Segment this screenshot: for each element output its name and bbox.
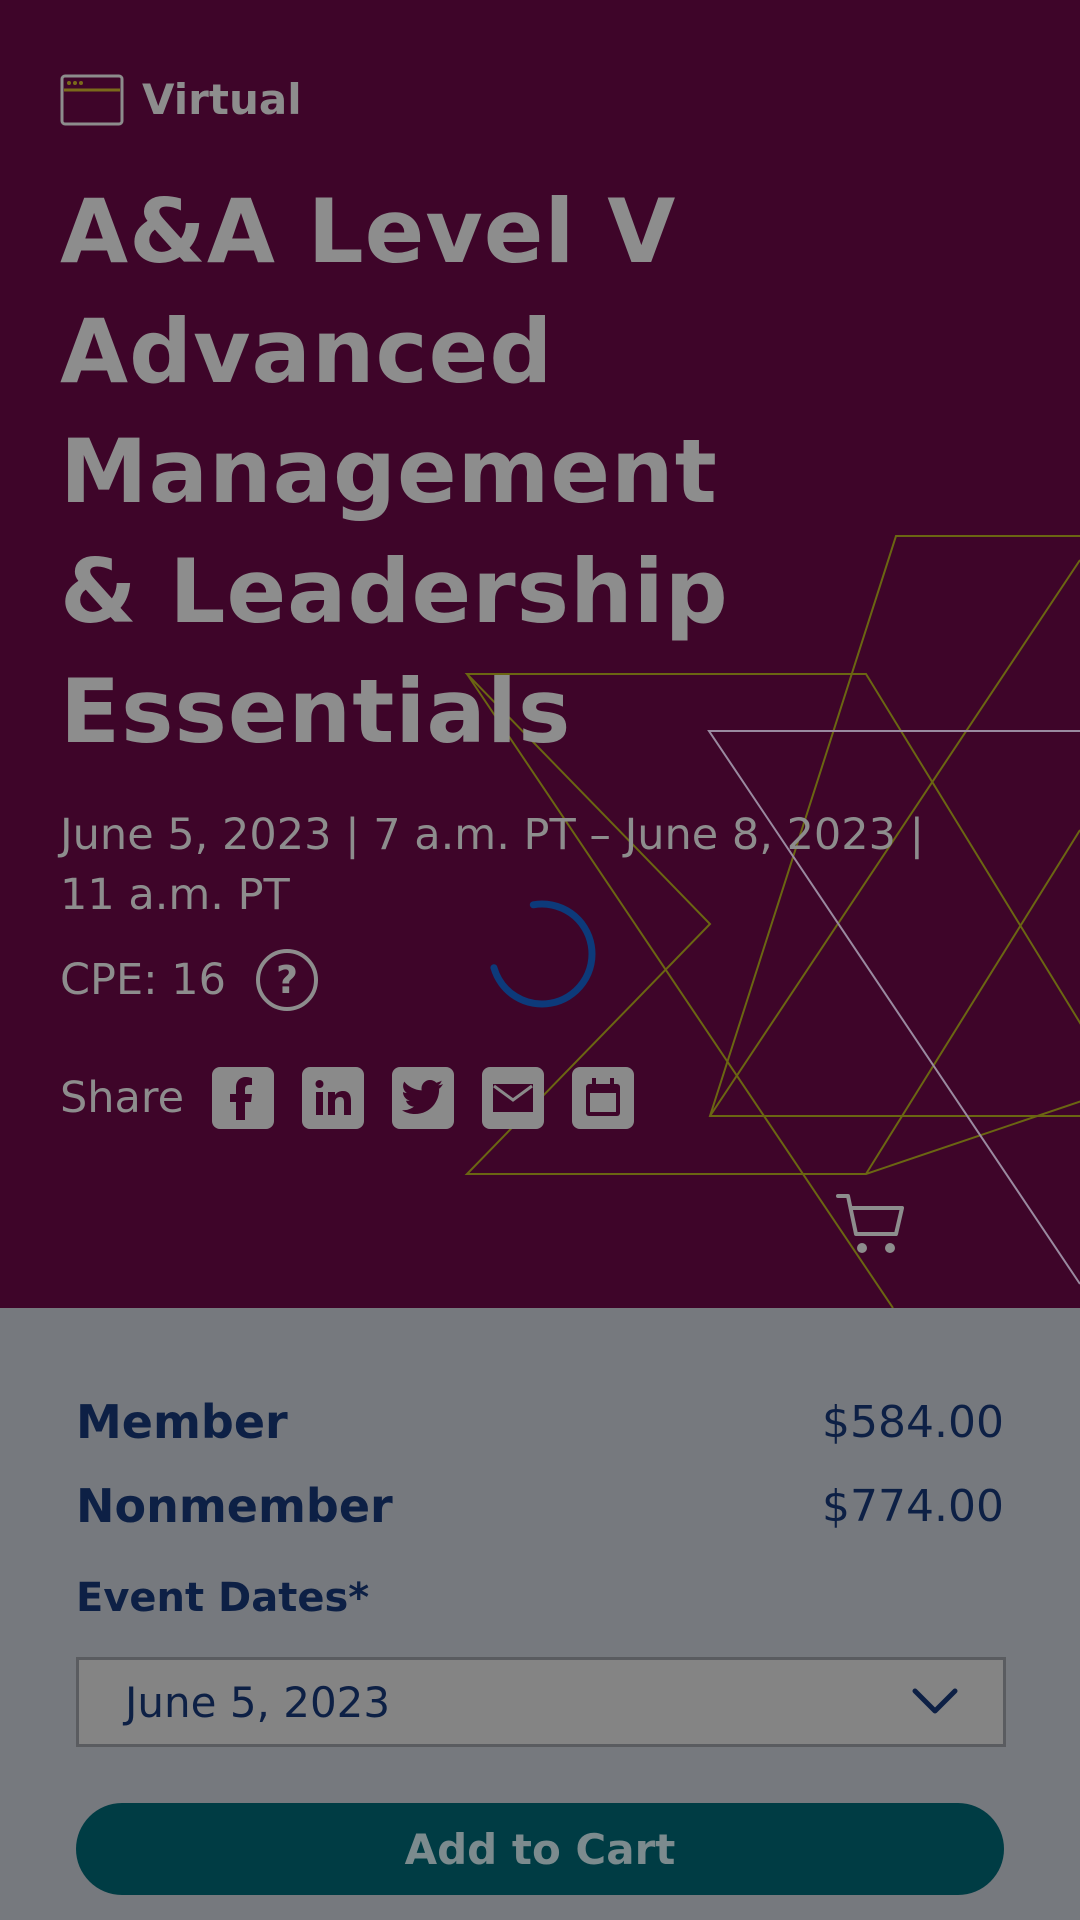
price-value: $584.00 (822, 1396, 1004, 1448)
shopping-cart-icon[interactable] (836, 1192, 906, 1258)
share-label: Share (60, 1073, 185, 1123)
event-title: A&A Level V Advanced Management & Leader… (60, 180, 729, 763)
share-row: Share (60, 1066, 662, 1130)
price-row-nonmember: Nonmember $774.00 (76, 1464, 1004, 1548)
price-value: $774.00 (822, 1480, 1004, 1532)
twitter-icon[interactable] (392, 1067, 455, 1129)
price-label: Member (76, 1395, 288, 1449)
linkedin-icon[interactable] (302, 1067, 365, 1129)
browser-window-icon (60, 74, 124, 126)
help-icon[interactable]: ? (256, 949, 318, 1011)
event-dates-select[interactable]: June 5, 2023 (76, 1657, 1006, 1747)
event-format-label: Virtual (142, 75, 302, 124)
price-label: Nonmember (76, 1479, 393, 1533)
calendar-icon[interactable] (572, 1067, 635, 1129)
event-hero: Virtual A&A Level V Advanced Management … (0, 0, 1080, 1308)
pricing-table: Member $584.00 Nonmember $774.00 (76, 1380, 1004, 1548)
cpe-credits: CPE: 16 (60, 955, 226, 1005)
loading-spinner-icon (488, 900, 596, 1008)
email-icon[interactable] (482, 1067, 545, 1129)
price-row-member: Member $584.00 (76, 1380, 1004, 1464)
event-dates-selected-value: June 5, 2023 (125, 1677, 391, 1727)
chevron-down-icon (912, 1688, 958, 1714)
add-to-cart-button[interactable]: Add to Cart (76, 1803, 1004, 1895)
event-dates-label: Event Dates* (76, 1575, 370, 1621)
facebook-icon[interactable] (212, 1067, 275, 1129)
cpe-row: CPE: 16 ? (60, 945, 318, 1015)
event-format: Virtual (60, 72, 302, 128)
